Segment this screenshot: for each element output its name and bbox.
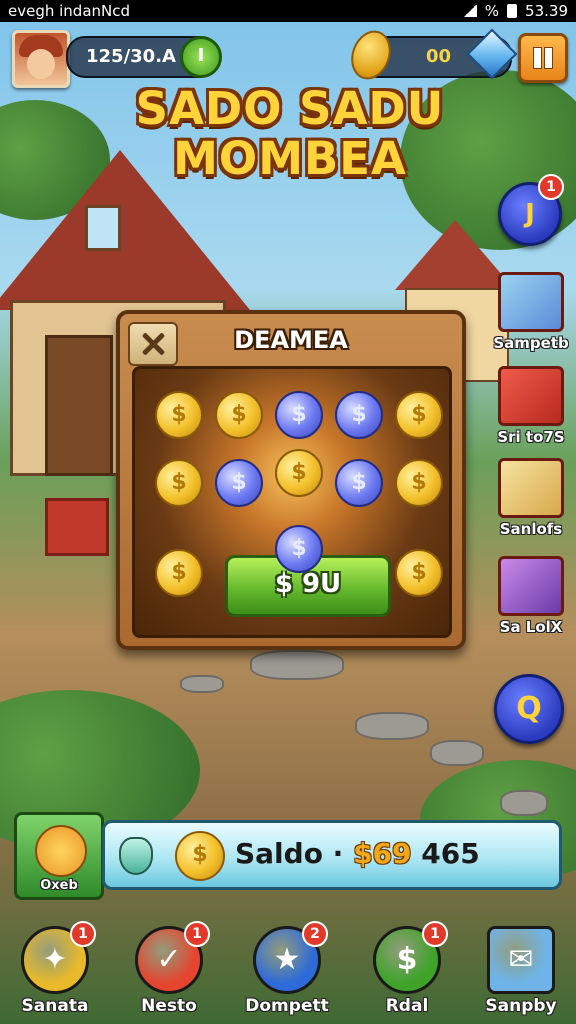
nav-label: Rdal [385,996,429,1016]
nav-label: Nesto [141,996,197,1016]
reward-dialog: DEAMEA $ 9U $ $ $ $ $ $ $ $ $ $ $ $ $ [116,310,466,650]
envelope-icon: ✉ [487,926,555,994]
side-menu-sa-lolx[interactable]: Sa LolX [488,556,574,636]
path-stone [180,675,224,693]
status-bar: evegh indanNcd % 53.39 [0,0,576,22]
notification-badge: 1 [184,921,210,947]
side-menu-sri-to7s[interactable]: Sri to7S [488,366,574,446]
title-line-2: MOMBEA [173,132,407,185]
balance-amount-rest: 465 [411,837,480,870]
status-time: 53.39 [525,2,568,20]
side-menu-label: Sri to7S [497,428,565,446]
search-icon: Q [516,691,542,726]
nav-item-sanpby[interactable]: ✉ Sanpby [466,926,576,1016]
search-button[interactable]: Q [494,674,564,744]
quest-icon: J [525,199,535,229]
side-menu-sampetb[interactable]: Sampetb [488,272,574,352]
compass-star-icon: ✦ 1 [21,921,96,994]
side-menu-label: Sanlofs [499,520,563,538]
envelope-icon-glyph: ✉ [508,942,534,977]
nav-item-rdal[interactable]: $1 Rdal [352,921,462,1016]
notification-badge: 2 [302,921,328,947]
avatar-face [27,49,55,79]
nav-label: Dompett [245,996,329,1016]
cash-stack-icon [498,458,564,518]
blue-coin[interactable]: $ [275,525,323,573]
bottom-nav: ✦ 1 Sanata ✓ 1 Nesto ★ 2 Dompett $1 Rdal ✉ Sanpby [0,920,576,1024]
dollar-coin-icon: $1 [373,921,448,994]
gem-chest-icon [498,556,564,616]
pause-button[interactable] [518,33,568,83]
dollar-coin-icon: $ [175,831,225,881]
sun-hero-icon [35,825,87,877]
game-scene: evegh indanNcd % 53.39 125/30.A I 00 SAD… [0,0,576,1024]
hero-label: Oxeb [40,878,78,893]
battery-percent: % [484,2,500,20]
title-line-1: SADO SADU [135,82,445,135]
balance-text: Saldo · $69 465 [235,837,480,870]
gold-coin[interactable]: $ [395,549,443,597]
hero-portrait[interactable]: Oxeb [14,812,104,900]
path-stone [430,740,484,766]
nav-item-nesto[interactable]: ✓ 1 Nesto [114,921,224,1016]
blue-coin[interactable]: $ [275,391,323,439]
house-door [45,335,113,476]
balance-bar: Oxeb $ Saldo · $69 465 [14,812,562,900]
side-menu-sanlofs[interactable]: Sanlofs [488,458,574,538]
coin-grid: $ 9U $ $ $ $ $ $ $ $ $ $ $ $ $ [132,366,452,638]
gold-coin[interactable]: $ [155,391,203,439]
treasure-box-icon [498,272,564,332]
side-menu-label: Sa LolX [499,618,563,636]
game-title: SADO SADU MOMBEA [100,84,480,184]
nav-item-dompett[interactable]: ★ 2 Dompett [232,921,342,1016]
flower-pot [45,498,109,556]
potion-icon [119,837,153,875]
notification-badge: 1 [70,921,96,947]
balance-amount: $69 [353,837,412,870]
star-icon: ★ 2 [253,921,328,994]
gold-coin[interactable]: $ [275,449,323,497]
gold-coin[interactable]: $ [395,459,443,507]
gold-coin[interactable]: $ [155,459,203,507]
gold-coin[interactable]: $ [215,391,263,439]
dialog-title: DEAMEA [234,326,348,354]
house-window [85,205,121,251]
gold-coin[interactable]: $ [395,391,443,439]
status-left-text: evegh indanNcd [8,2,131,20]
nav-label: Sanpby [485,996,557,1016]
blue-coin[interactable]: $ [335,459,383,507]
score-value: 125/30.A [86,46,176,67]
path-stone [250,650,344,680]
blue-coin[interactable]: $ [335,391,383,439]
energy-badge[interactable]: I [180,36,222,78]
gift-crate-icon [498,366,564,426]
player-avatar[interactable] [12,30,70,88]
balance-panel: $ Saldo · $69 465 [102,820,562,890]
nav-item-sanata[interactable]: ✦ 1 Sanata [0,921,110,1016]
signal-icon [462,5,477,17]
battery-icon [507,4,518,18]
balance-label: Saldo · [235,837,354,870]
blue-coin[interactable]: $ [215,459,263,507]
nav-label: Sanata [21,996,89,1016]
gold-coin[interactable]: $ [155,549,203,597]
check-badge-icon: ✓ 1 [135,921,210,994]
side-menu-label: Sampetb [493,334,569,352]
notification-badge: 1 [422,921,448,947]
coin-count: 00 [426,46,452,67]
notification-badge: 1 [538,174,564,200]
path-stone [355,712,429,740]
